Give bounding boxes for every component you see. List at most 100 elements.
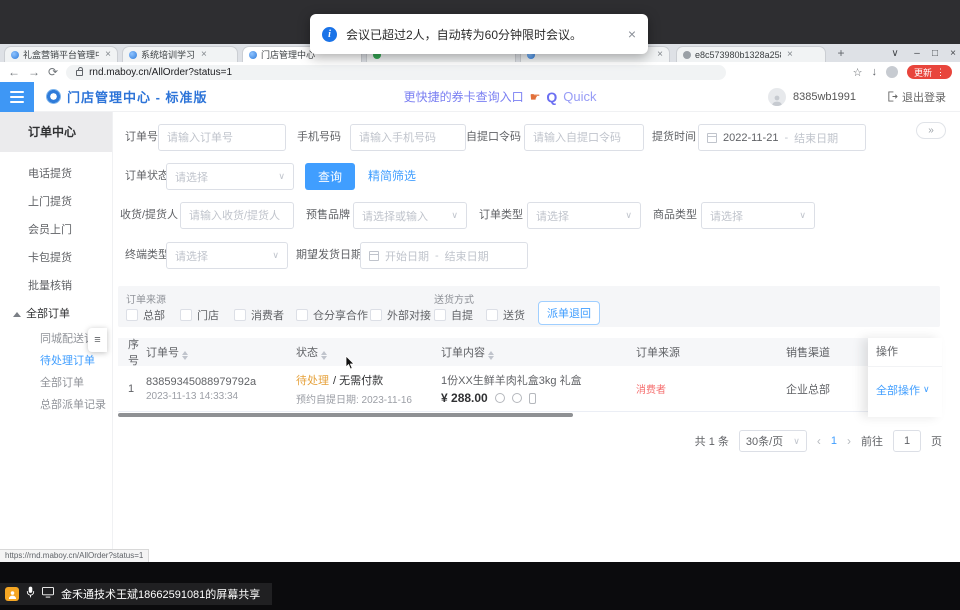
prev-page-button[interactable]: ‹ — [817, 434, 821, 448]
tab-search-icon[interactable]: ∨ — [886, 44, 904, 62]
order-no-input[interactable] — [158, 124, 286, 151]
terminal-type-select[interactable]: 请选择 ∨ — [166, 242, 288, 269]
presale-brand-label: 预售品牌 — [306, 202, 350, 229]
reload-icon[interactable]: ⟳ — [48, 66, 58, 78]
goto-unit: 页 — [931, 433, 942, 449]
pickup-end-placeholder[interactable]: 结束日期 — [794, 130, 838, 146]
currency-symbol: ¥ — [441, 391, 448, 405]
menu-kebab-icon[interactable]: ⋮ — [936, 67, 945, 78]
ship-start-placeholder[interactable]: 开始日期 — [385, 248, 429, 264]
back-icon[interactable]: ← — [8, 66, 20, 78]
horizontal-scrollbar-thumb[interactable] — [118, 413, 573, 417]
checkbox-self-pickup[interactable]: 自提 — [434, 307, 473, 323]
browser-tab-2[interactable]: 系统培训学习 × — [122, 46, 238, 62]
pickup-start-date[interactable]: 2022-11-21 — [723, 132, 778, 144]
sidebar-item-member-visit[interactable]: 会员上门 — [0, 216, 112, 244]
dispatch-return-button[interactable]: 派单退回 — [538, 301, 600, 325]
sidebar-item-batch-verify[interactable]: 批量核销 — [0, 272, 112, 300]
toast-close-icon[interactable]: × — [628, 26, 636, 42]
order-status-label: 订单状态 — [125, 163, 169, 190]
checkbox-icon[interactable] — [126, 309, 138, 321]
current-page[interactable]: 1 — [831, 435, 837, 447]
col-status[interactable]: 状态 — [296, 344, 441, 360]
page-size-select[interactable]: 30条/页 ∨ — [739, 430, 807, 452]
new-tab-button[interactable]: + — [834, 47, 848, 61]
checkbox-consumer[interactable]: 消费者 — [234, 307, 284, 323]
checkbox-icon[interactable] — [486, 309, 498, 321]
bookmark-star-icon[interactable]: ☆ — [853, 66, 863, 79]
product-type-select[interactable]: 请选择 ∨ — [701, 202, 815, 229]
checkbox-label: 仓分享合作 — [313, 307, 368, 323]
window-maximize-button[interactable]: □ — [926, 44, 944, 62]
forward-icon[interactable]: → — [28, 66, 40, 78]
col-order-no[interactable]: 订单号 — [146, 344, 296, 360]
sidebar-group-all-orders[interactable]: 全部订单 — [0, 300, 112, 328]
operations-column: 操作 全部操作 ∨ — [868, 338, 942, 417]
col-operations: 操作 — [868, 338, 942, 366]
sidebar-item-hq-dispatch-log[interactable]: 总部派单记录 — [0, 394, 112, 416]
tab-close-icon[interactable]: × — [105, 49, 111, 60]
simplify-filter-link[interactable]: 精简筛选 — [368, 163, 416, 190]
pickup-code-input[interactable] — [524, 124, 644, 151]
search-button[interactable]: 查询 — [305, 163, 355, 190]
goto-page-input[interactable] — [893, 430, 921, 452]
sort-icon[interactable] — [321, 351, 327, 360]
ship-date-range-picker[interactable]: 开始日期 - 结束日期 — [360, 242, 528, 269]
checkbox-icon[interactable] — [296, 309, 308, 321]
filter-collapse-button[interactable]: » — [916, 122, 946, 139]
col-content[interactable]: 订单内容 — [441, 344, 636, 360]
checkbox-store[interactable]: 门店 — [180, 307, 219, 323]
receiver-input[interactable] — [180, 202, 294, 229]
cell-status: 待处理/ 无需付款 预约自提日期: 2023-11-16 — [296, 372, 441, 406]
ship-end-placeholder[interactable]: 结束日期 — [445, 248, 489, 264]
toast-message: 会议已超过2人，自动转为60分钟限时会议。 — [346, 26, 582, 43]
tab-close-icon[interactable]: × — [657, 49, 663, 60]
window-close-button[interactable]: × — [944, 44, 960, 62]
hamburger-menu-button[interactable] — [0, 82, 34, 112]
presale-brand-select[interactable]: 请选择或输入 ∨ — [353, 202, 467, 229]
checkbox-warehouse-coop[interactable]: 仓分享合作 — [296, 307, 368, 323]
sort-icon[interactable] — [182, 351, 188, 360]
download-icon[interactable]: ↓ — [871, 66, 877, 78]
chrome-update-button[interactable]: 更新 ⋮ — [907, 65, 952, 79]
sidebar-item-door-pickup[interactable]: 上门提货 — [0, 188, 112, 216]
quick-label[interactable]: Quick — [563, 89, 596, 104]
logout-button[interactable]: 退出登录 — [887, 89, 946, 105]
checkbox-delivery[interactable]: 送货 — [486, 307, 525, 323]
checkbox-icon[interactable] — [234, 309, 246, 321]
checkbox-icon[interactable] — [180, 309, 192, 321]
address-bar[interactable]: rnd.maboy.cn/AllOrder?status=1 — [66, 65, 726, 80]
checkbox-label: 门店 — [197, 307, 219, 323]
checkbox-icon[interactable] — [434, 309, 446, 321]
browser-tab-1[interactable]: 礼盒营销平台管理中心 × — [4, 46, 118, 62]
checkbox-external[interactable]: 外部对接 — [370, 307, 431, 323]
chevron-down-icon: ∨ — [272, 250, 279, 261]
select-placeholder: 请选择 — [175, 248, 208, 264]
order-status-select[interactable]: 请选择 ∨ — [166, 163, 294, 190]
checkbox-icon[interactable] — [370, 309, 382, 321]
tab-close-icon[interactable]: × — [787, 49, 793, 60]
all-operations-dropdown[interactable]: 全部操作 ∨ — [868, 366, 942, 412]
window-minimize-button[interactable]: – — [908, 44, 926, 62]
tab-close-icon[interactable]: × — [201, 49, 207, 60]
quick-entry-link[interactable]: 更快捷的券卡查询入口 — [404, 88, 524, 105]
order-no-text: 83859345088979792a — [146, 376, 296, 388]
pickup-time-range-picker[interactable]: 2022-11-21 - 结束日期 — [698, 124, 866, 151]
sidebar-item-all-orders[interactable]: 全部订单 — [0, 372, 112, 394]
sidebar-collapse-handle[interactable]: ≡ — [88, 328, 107, 352]
cell-index: 1 — [118, 383, 146, 395]
sidebar-item-pending-orders[interactable]: 待处理订单 — [0, 350, 112, 372]
phone-input[interactable] — [350, 124, 466, 151]
table-row[interactable]: 1 83859345088979792a 2023-11-13 14:33:34… — [118, 366, 942, 412]
next-page-button[interactable]: › — [847, 434, 851, 448]
profile-avatar-icon[interactable] — [886, 66, 898, 78]
quick-search-icon[interactable]: Q — [546, 89, 557, 105]
sidebar-item-card-pickup[interactable]: 卡包提货 — [0, 244, 112, 272]
sort-icon[interactable] — [488, 351, 494, 360]
browser-tab-6[interactable]: e8c573980b1328a258fd2e6 × — [676, 46, 826, 62]
order-tag-icon-1 — [495, 393, 505, 403]
tab-title: 礼盒营销平台管理中心 — [23, 48, 99, 61]
checkbox-hq[interactable]: 总部 — [126, 307, 165, 323]
order-type-select[interactable]: 请选择 ∨ — [527, 202, 641, 229]
sidebar-item-phone-pickup[interactable]: 电话提货 — [0, 160, 112, 188]
